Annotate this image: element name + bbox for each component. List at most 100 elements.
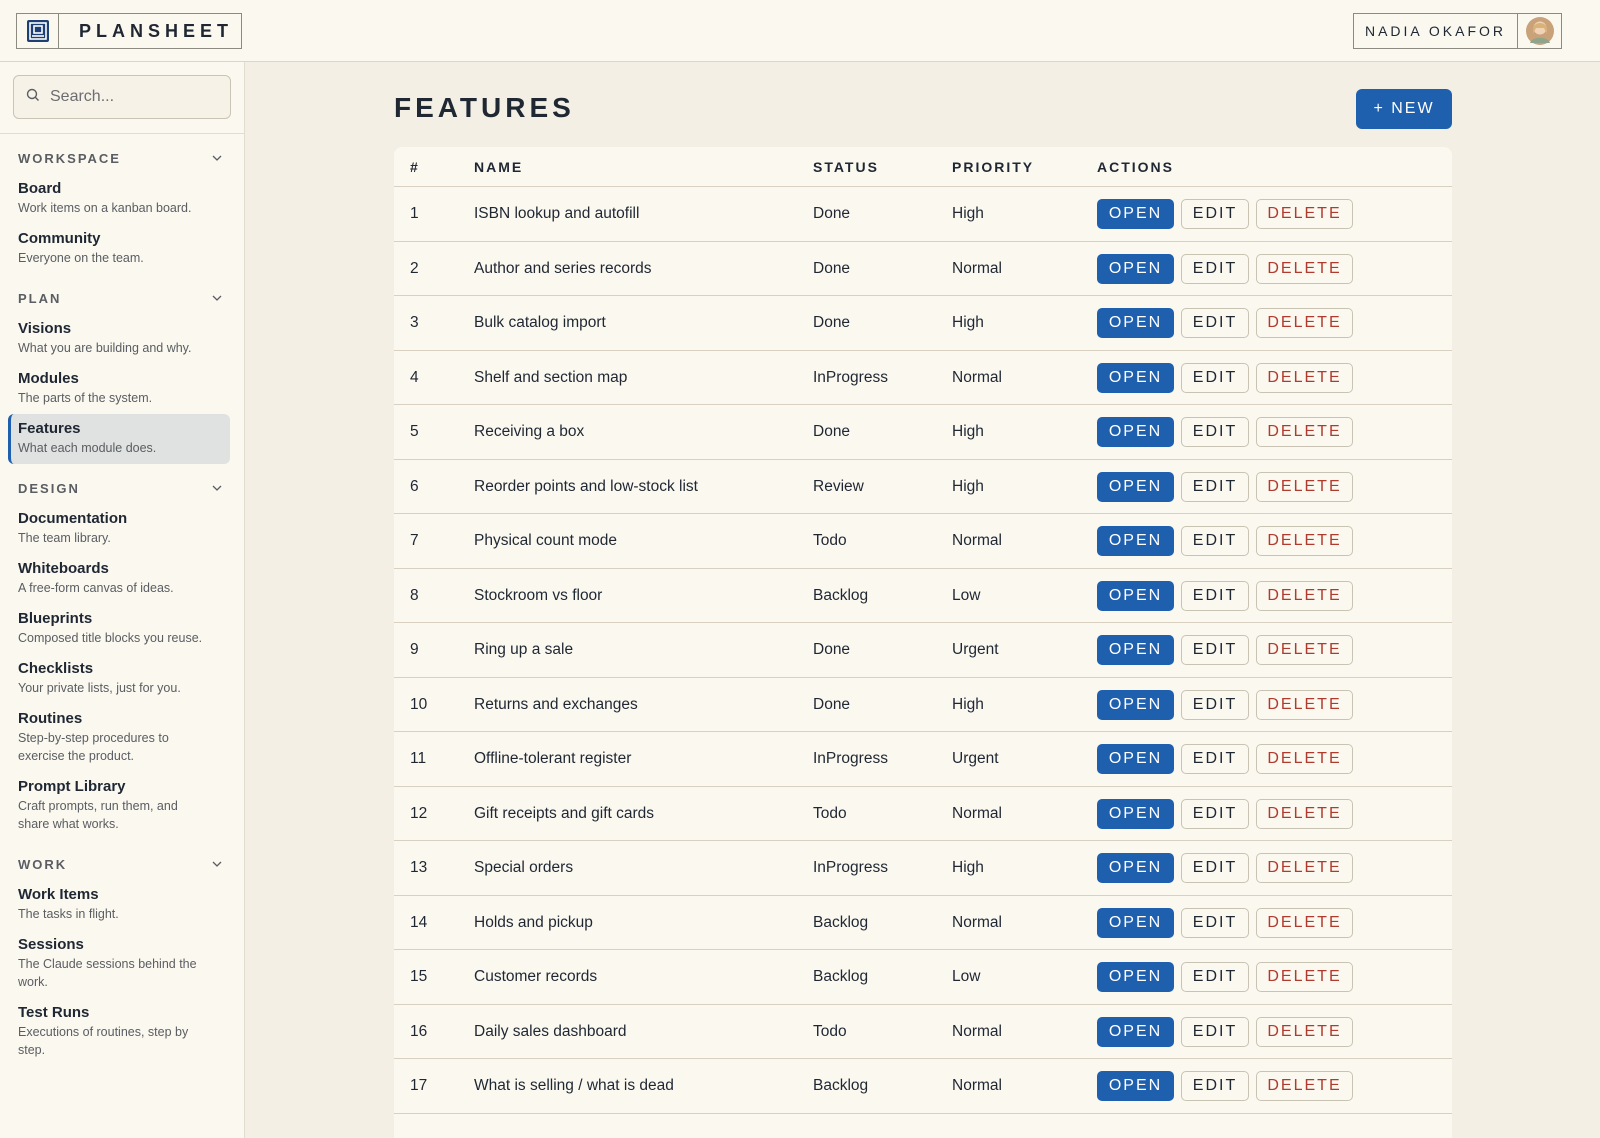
open-button[interactable]: OPEN xyxy=(1097,798,1174,829)
sidebar-item-visions[interactable]: Visions What you are building and why. xyxy=(8,314,230,364)
table-row[interactable]: 6 Reorder points and low-stock list Review… xyxy=(394,460,1452,515)
edit-button[interactable]: EDIT xyxy=(1181,253,1249,284)
open-button[interactable]: OPEN xyxy=(1097,580,1174,611)
open-button[interactable]: OPEN xyxy=(1097,526,1174,557)
sidebar-item-whiteboards[interactable]: Whiteboards A free-form canvas of ideas. xyxy=(8,554,230,604)
section-work[interactable]: WORK xyxy=(0,854,244,874)
delete-button[interactable]: DELETE xyxy=(1256,526,1353,557)
delete-button[interactable]: DELETE xyxy=(1256,308,1353,339)
edit-button[interactable]: EDIT xyxy=(1181,635,1249,666)
edit-button[interactable]: EDIT xyxy=(1181,308,1249,339)
edit-button[interactable]: EDIT xyxy=(1181,853,1249,884)
edit-button[interactable]: EDIT xyxy=(1181,471,1249,502)
open-button[interactable]: OPEN xyxy=(1097,689,1174,720)
delete-button[interactable]: DELETE xyxy=(1256,744,1353,775)
table-row[interactable]: 1 ISBN lookup and autofill Done High OPEN EDI… xyxy=(394,187,1452,242)
column-header-status[interactable]: STATUS xyxy=(813,159,952,175)
column-header-priority[interactable]: PRIORITY xyxy=(952,159,1097,175)
open-button[interactable]: OPEN xyxy=(1097,1071,1174,1102)
new-feature-button[interactable]: + NEW xyxy=(1356,89,1452,129)
delete-button[interactable]: DELETE xyxy=(1256,199,1353,230)
table-row[interactable]: 7 Physical count mode Todo Normal OPEN EDIT DE… xyxy=(394,514,1452,569)
delete-button[interactable]: DELETE xyxy=(1256,689,1353,720)
delete-button[interactable]: DELETE xyxy=(1256,962,1353,993)
delete-button[interactable]: DELETE xyxy=(1256,417,1353,448)
edit-button[interactable]: EDIT xyxy=(1181,417,1249,448)
edit-button[interactable]: EDIT xyxy=(1181,798,1249,829)
open-button[interactable]: OPEN xyxy=(1097,471,1174,502)
table-row[interactable]: 13 Special orders InProgress High OPEN EDIT DE… xyxy=(394,841,1452,896)
open-button[interactable]: OPEN xyxy=(1097,362,1174,393)
edit-button[interactable]: EDIT xyxy=(1181,962,1249,993)
table-row[interactable]: 9 Ring up a sale Done Urgent OPEN EDIT DELETE xyxy=(394,623,1452,678)
table-row[interactable]: 16 Daily sales dashboard Todo Normal OPEN EDI… xyxy=(394,1005,1452,1060)
open-button[interactable]: OPEN xyxy=(1097,308,1174,339)
section-design[interactable]: DESIGN xyxy=(0,478,244,498)
edit-button[interactable]: EDIT xyxy=(1181,907,1249,938)
sidebar-item-blueprints[interactable]: Blueprints Composed title blocks you reu… xyxy=(8,604,230,654)
edit-button[interactable]: EDIT xyxy=(1181,199,1249,230)
delete-button[interactable]: DELETE xyxy=(1256,580,1353,611)
edit-button[interactable]: EDIT xyxy=(1181,580,1249,611)
sidebar-item-work-items[interactable]: Work Items The tasks in flight. xyxy=(8,880,230,930)
edit-button[interactable]: EDIT xyxy=(1181,1071,1249,1102)
sidebar-item-community[interactable]: Community Everyone on the team. xyxy=(8,224,230,274)
delete-button[interactable]: DELETE xyxy=(1256,471,1353,502)
delete-button[interactable]: DELETE xyxy=(1256,853,1353,884)
table-row[interactable]: 17 What is selling / what is dead Backlog N… xyxy=(394,1059,1452,1114)
open-button[interactable]: OPEN xyxy=(1097,744,1174,775)
sidebar-item-checklists[interactable]: Checklists Your private lists, just for … xyxy=(8,654,230,704)
column-header-number[interactable]: # xyxy=(394,159,474,175)
open-button[interactable]: OPEN xyxy=(1097,417,1174,448)
table-row[interactable]: 12 Gift receipts and gift cards Todo Normal… xyxy=(394,787,1452,842)
delete-button[interactable]: DELETE xyxy=(1256,1071,1353,1102)
delete-button[interactable]: DELETE xyxy=(1256,798,1353,829)
sidebar-item-board[interactable]: Board Work items on a kanban board. xyxy=(8,174,230,224)
table-row[interactable]: 5 Receiving a box Done High OPEN EDIT DELETE xyxy=(394,405,1452,460)
delete-button[interactable]: DELETE xyxy=(1256,253,1353,284)
table-row[interactable]: 3 Bulk catalog import Done High OPEN EDIT DELE… xyxy=(394,296,1452,351)
sidebar-item-prompt-library[interactable]: Prompt Library Craft prompts, run them, … xyxy=(8,772,230,840)
delete-button[interactable]: DELETE xyxy=(1256,362,1353,393)
user-menu[interactable]: NADIA OKAFOR xyxy=(1353,13,1562,49)
edit-button[interactable]: EDIT xyxy=(1181,526,1249,557)
table-row[interactable]: 4 Shelf and section map InProgress Normal OP… xyxy=(394,351,1452,406)
delete-button[interactable]: DELETE xyxy=(1256,907,1353,938)
table-row[interactable]: 10 Returns and exchanges Done High OPEN EDIT D… xyxy=(394,678,1452,733)
search-input[interactable] xyxy=(50,88,220,106)
open-button[interactable]: OPEN xyxy=(1097,253,1174,284)
open-button[interactable]: OPEN xyxy=(1097,1016,1174,1047)
sidebar-item-features[interactable]: Features What each module does. xyxy=(8,414,230,464)
brand[interactable]: PLANSHEET xyxy=(16,13,242,49)
open-button[interactable]: OPEN xyxy=(1097,907,1174,938)
table-row[interactable]: 2 Author and series records Done Normal OPEN… xyxy=(394,242,1452,297)
open-button[interactable]: OPEN xyxy=(1097,635,1174,666)
chevron-down-icon[interactable] xyxy=(212,859,222,869)
chevron-down-icon[interactable] xyxy=(212,483,222,493)
sidebar-item-sessions[interactable]: Sessions The Claude sessions behind the … xyxy=(8,930,230,998)
sidebar-item-routines[interactable]: Routines Step-by-step procedures to exer… xyxy=(8,704,230,772)
section-workspace[interactable]: WORKSPACE xyxy=(0,148,244,168)
table-row[interactable]: 11 Offline-tolerant register InProgress Urg… xyxy=(394,732,1452,787)
open-button[interactable]: OPEN xyxy=(1097,853,1174,884)
open-button[interactable]: OPEN xyxy=(1097,962,1174,993)
chevron-down-icon[interactable] xyxy=(212,293,222,303)
table-row[interactable]: 14 Holds and pickup Backlog Normal OPEN EDIT D… xyxy=(394,896,1452,951)
search-box[interactable] xyxy=(13,75,231,119)
section-plan[interactable]: PLAN xyxy=(0,288,244,308)
delete-button[interactable]: DELETE xyxy=(1256,635,1353,666)
sidebar-item-documentation[interactable]: Documentation The team library. xyxy=(8,504,230,554)
open-button[interactable]: OPEN xyxy=(1097,199,1174,230)
column-header-name[interactable]: NAME xyxy=(474,159,813,175)
delete-button[interactable]: DELETE xyxy=(1256,1016,1353,1047)
priority-value: High xyxy=(952,695,984,713)
chevron-down-icon[interactable] xyxy=(212,153,222,163)
table-row[interactable]: 8 Stockroom vs floor Backlog Low OPEN EDIT DEL… xyxy=(394,569,1452,624)
edit-button[interactable]: EDIT xyxy=(1181,744,1249,775)
sidebar-item-modules[interactable]: Modules The parts of the system. xyxy=(8,364,230,414)
edit-button[interactable]: EDIT xyxy=(1181,1016,1249,1047)
sidebar-item-test-runs[interactable]: Test Runs Executions of routines, step b… xyxy=(8,998,230,1066)
table-row[interactable]: 15 Customer records Backlog Low OPEN EDIT DELE… xyxy=(394,950,1452,1005)
edit-button[interactable]: EDIT xyxy=(1181,689,1249,720)
edit-button[interactable]: EDIT xyxy=(1181,362,1249,393)
